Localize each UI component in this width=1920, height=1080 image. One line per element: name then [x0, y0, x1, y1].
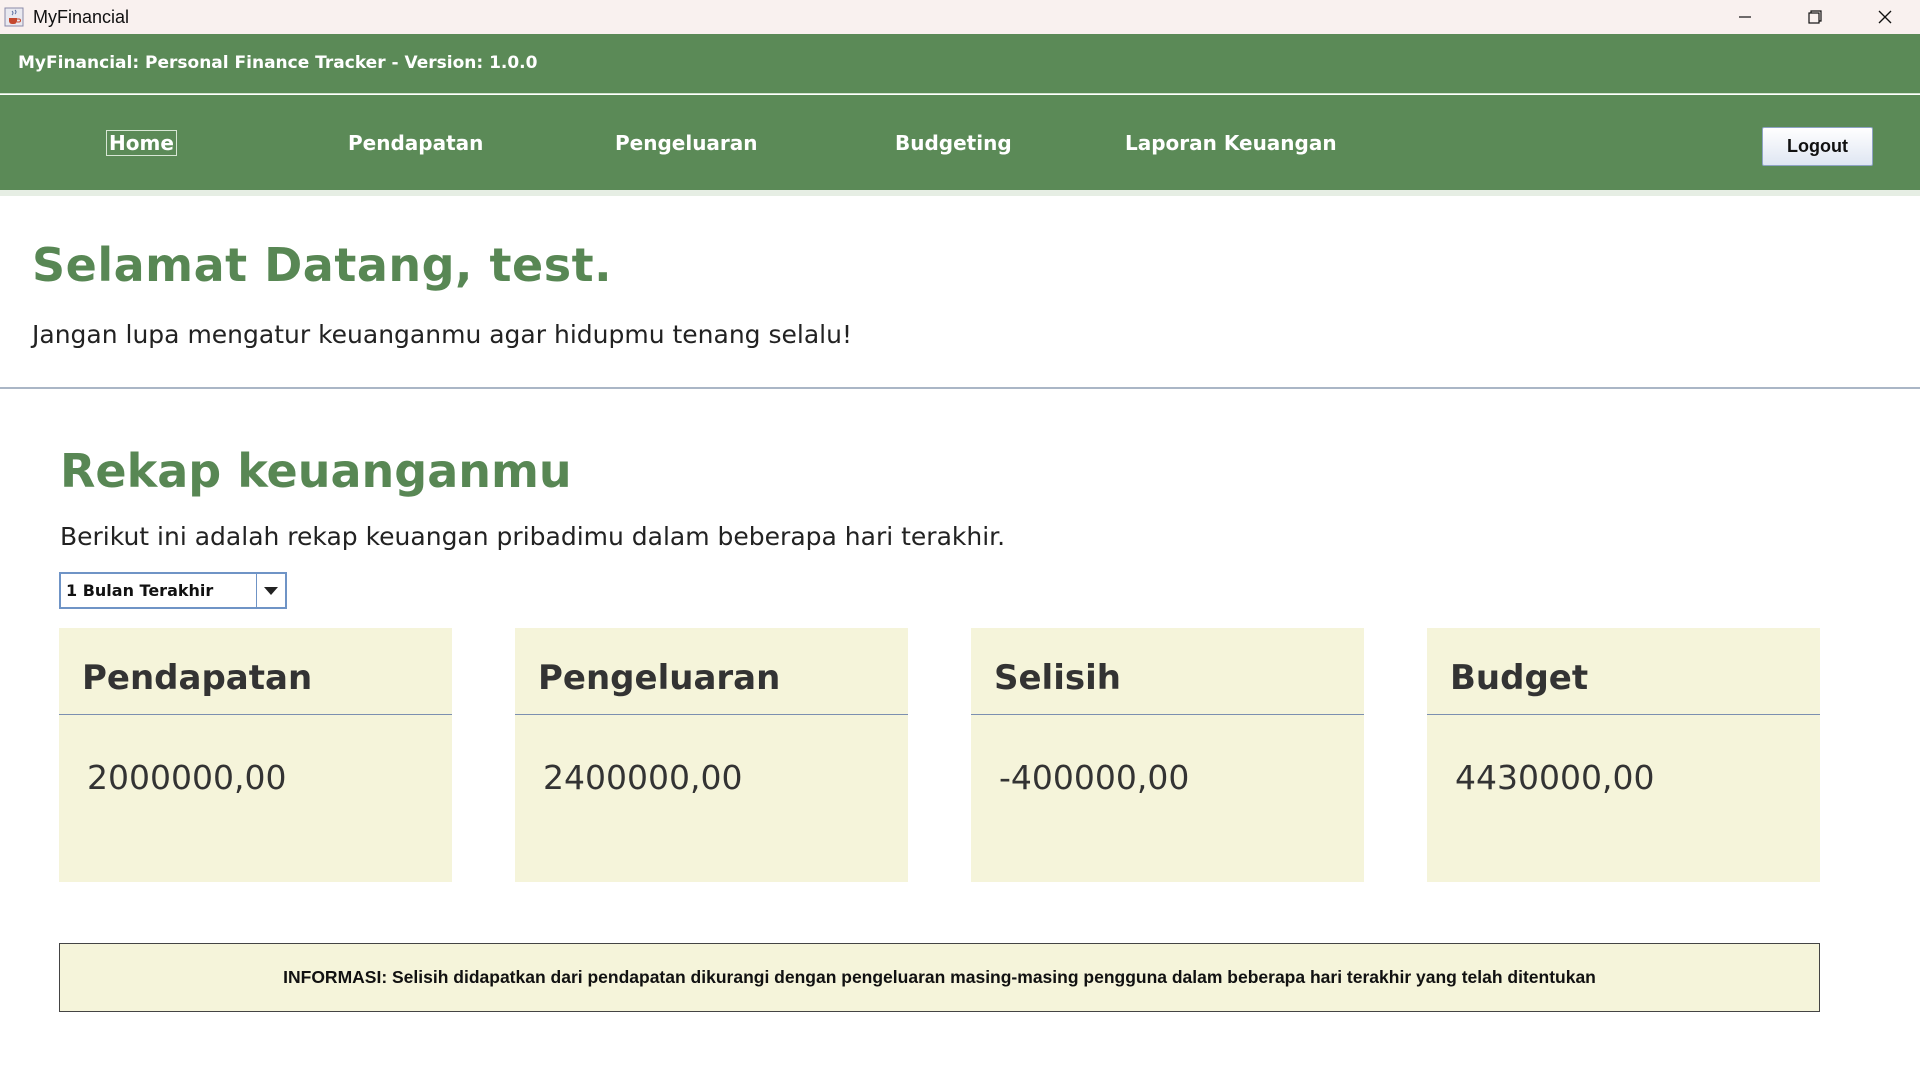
window-title: MyFinancial — [33, 6, 130, 27]
java-cup-icon — [3, 6, 25, 28]
logout-button[interactable]: Logout — [1762, 127, 1873, 166]
card-budget: Budget 4430000,00 — [1427, 628, 1820, 882]
recap-subtitle: Berikut ini adalah rekap keuangan pribad… — [60, 522, 1006, 551]
card-pendapatan: Pendapatan 2000000,00 — [59, 628, 452, 882]
recap-title: Rekap keuanganmu — [60, 444, 572, 498]
card-title: Pengeluaran — [538, 658, 781, 698]
close-icon[interactable] — [1850, 0, 1920, 34]
window-controls — [1710, 0, 1920, 34]
card-divider — [1427, 714, 1820, 715]
app-version-label: MyFinancial: Personal Finance Tracker - … — [18, 53, 538, 73]
welcome-title: Selamat Datang, test. — [32, 238, 613, 292]
info-box: INFORMASI: Selisih didapatkan dari penda… — [59, 943, 1820, 1012]
chevron-down-icon[interactable] — [257, 574, 285, 607]
card-divider — [59, 714, 452, 715]
card-title: Selisih — [994, 658, 1121, 698]
nav-home[interactable]: Home — [106, 130, 177, 156]
main-navbar: Home Pendapatan Pengeluaran Budgeting La… — [0, 95, 1920, 196]
nav-pendapatan[interactable]: Pendapatan — [348, 131, 483, 155]
card-value: -400000,00 — [999, 758, 1190, 797]
card-pengeluaran: Pengeluaran 2400000,00 — [515, 628, 908, 882]
period-dropdown[interactable]: 1 Bulan Terakhir — [59, 572, 287, 609]
period-dropdown-value: 1 Bulan Terakhir — [61, 574, 257, 607]
restore-icon[interactable] — [1780, 0, 1850, 34]
nav-pengeluaran[interactable]: Pengeluaran — [615, 131, 758, 155]
card-value: 2000000,00 — [87, 758, 287, 797]
minimize-icon[interactable] — [1710, 0, 1780, 34]
app-header: MyFinancial: Personal Finance Tracker - … — [0, 34, 1920, 94]
card-title: Budget — [1450, 658, 1589, 698]
card-value: 4430000,00 — [1455, 758, 1655, 797]
card-value: 2400000,00 — [543, 758, 743, 797]
welcome-section: Selamat Datang, test. Jangan lupa mengat… — [0, 202, 1920, 389]
window-titlebar: MyFinancial — [0, 0, 1920, 34]
card-selisih: Selisih -400000,00 — [971, 628, 1364, 882]
welcome-subtitle: Jangan lupa mengatur keuanganmu agar hid… — [32, 320, 852, 349]
nav-budgeting[interactable]: Budgeting — [895, 131, 1012, 155]
info-text: INFORMASI: Selisih didapatkan dari penda… — [283, 967, 1596, 987]
card-title: Pendapatan — [82, 658, 313, 698]
card-divider — [971, 714, 1364, 715]
card-divider — [515, 714, 908, 715]
nav-laporan-keuangan[interactable]: Laporan Keuangan — [1125, 131, 1337, 155]
